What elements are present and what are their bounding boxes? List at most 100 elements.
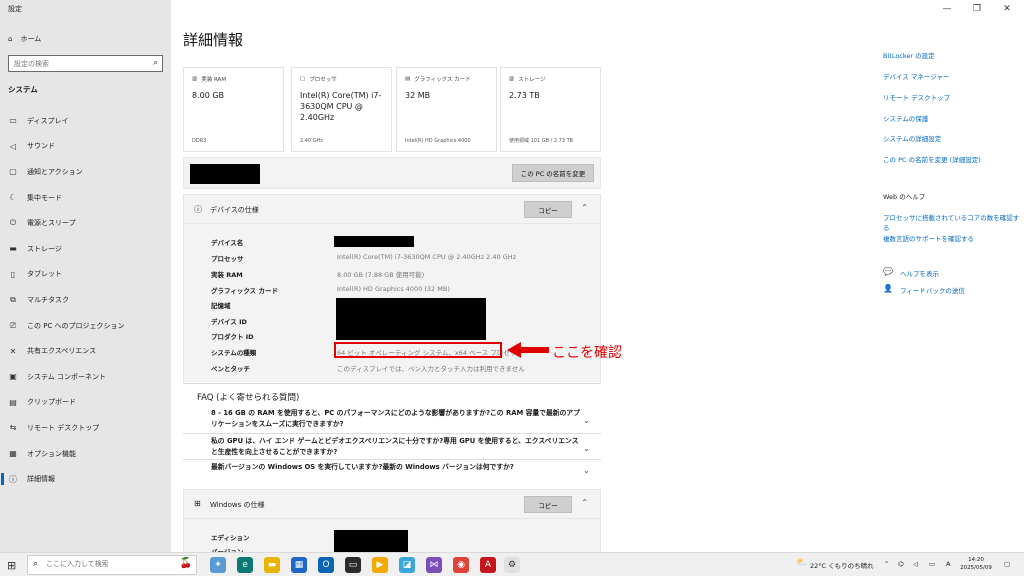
redacted-ids (336, 298, 486, 340)
chevron-up-icon[interactable]: ⌃ (581, 498, 588, 507)
nav-list: ▭ ディスプレイ ◁ サウンド ▢ 通知とアクション ☾ 集中モード ⏻ 電源とスリープ … (0, 108, 171, 492)
outlook-icon[interactable]: O (318, 557, 334, 573)
home-icon: ⌂ (8, 35, 13, 43)
windows-spec-header[interactable]: ⊞ Windows の仕様 コピー ⌃ (183, 489, 601, 519)
nav-home[interactable]: ⌂ ホーム (8, 32, 41, 46)
sidebar-item-label: ストレージ (27, 244, 62, 253)
file-explorer-icon[interactable]: ▬ (264, 557, 280, 573)
sidebar-item-power[interactable]: ⏻ 電源とスリープ (0, 210, 171, 236)
speaker-icon: ◁ (9, 141, 17, 151)
share-icon: ✕ (9, 346, 17, 356)
chevron-down-icon[interactable]: ⌄ (583, 466, 590, 475)
clipboard-icon: ▤ (9, 397, 17, 407)
clock[interactable]: 14:20 2025/05/09 (960, 556, 992, 572)
taskbar: ⊞ ⌕ 🍒 ✦ e ▬ ▦ O ▭ ▶ ◪ ⋈ ◉ A ⚙ ⛅ 22°C くもり… (0, 552, 1024, 576)
device-manager-link[interactable]: デバイス マネージャー (883, 71, 949, 81)
get-help-link[interactable]: ヘルプを表示 (900, 268, 939, 278)
network-icon[interactable]: ⌬ (898, 560, 904, 568)
battery-icon[interactable]: ▭ (929, 560, 935, 568)
sidebar-item-remote-desktop[interactable]: ⇆ リモート デスクトップ (0, 415, 171, 441)
search-highlight-icon: 🍒 (179, 558, 192, 569)
sidebar-item-notifications[interactable]: ▢ 通知とアクション (0, 159, 171, 185)
bitlocker-link[interactable]: BitLocker の設定 (883, 50, 935, 60)
sidebar-item-sound[interactable]: ◁ サウンド (0, 134, 171, 160)
info-icon: ⓘ (9, 474, 17, 484)
sidebar-item-label: マルチタスク (27, 295, 69, 304)
sidebar-item-about[interactable]: ⓘ 詳細情報 (0, 466, 171, 492)
close-button[interactable]: ✕ (996, 2, 1018, 16)
visual-studio-icon[interactable]: ⋈ (426, 557, 442, 573)
sidebar-item-storage[interactable]: ▬ ストレージ (0, 236, 171, 262)
faq-item[interactable]: 私の GPU は、ハイ エンド ゲームとビデオエクスペリエンスに十分ですか?専用… (211, 436, 581, 458)
settings-search-input[interactable] (9, 56, 139, 71)
web-help-link-languages[interactable]: 複数言語のサポートを確認する (883, 233, 974, 243)
device-spec-header[interactable]: ⓘ デバイスの仕様 コピー ⌃ (183, 194, 601, 224)
sidebar-item-display[interactable]: ▭ ディスプレイ (0, 108, 171, 134)
power-icon: ⏻ (9, 218, 17, 228)
maximize-button[interactable]: ❐ (966, 2, 988, 16)
page-title: 詳細情報 (183, 31, 244, 49)
chevron-down-icon[interactable]: ⌄ (583, 416, 590, 425)
store-icon[interactable]: ▦ (291, 557, 307, 573)
sidebar-item-label: 通知とアクション (27, 167, 83, 176)
divider (183, 383, 601, 384)
taskbar-search[interactable]: ⌕ 🍒 (27, 555, 197, 575)
sidebar-item-label: リモート デスクトップ (27, 423, 100, 432)
advanced-system-link[interactable]: システムの詳細設定 (883, 133, 941, 143)
projection-icon: ⎚ (9, 320, 17, 330)
copilot-icon[interactable]: ✦ (210, 557, 226, 573)
sidebar-item-clipboard[interactable]: ▤ クリップボード (0, 390, 171, 416)
photos-icon[interactable]: ◪ (399, 557, 415, 573)
acrobat-icon[interactable]: A (480, 557, 496, 573)
card-value: Intel(R) Core(TM) i7-3630QM CPU @ 2.40GH… (300, 91, 382, 122)
rename-advanced-link[interactable]: この PC の名前を変更 (詳細設定) (883, 154, 981, 164)
windows-icon: ⊞ (194, 499, 201, 508)
weather-text[interactable]: 22°C くもりのち晴れ (810, 560, 874, 570)
sidebar: ⌂ ホーム ⌕ システム ▭ ディスプレイ ◁ サウンド ▢ 通知とアクション ☾ 集中… (0, 0, 171, 552)
chevron-down-icon[interactable]: ⌄ (583, 444, 590, 453)
faq-item[interactable]: 最新バージョンの Windows OS を実行していますか?最新の Window… (211, 462, 581, 473)
copy-windows-spec-button[interactable]: コピー (524, 496, 572, 513)
card-value: 32 MB (405, 91, 431, 100)
chrome-icon[interactable]: ◉ (453, 557, 469, 573)
sidebar-item-tablet[interactable]: ▯ タブレット (0, 262, 171, 288)
processor-card: ▢ プロセッサ Intel(R) Core(TM) i7-3630QM CPU @… (291, 67, 392, 152)
web-help-link-cores[interactable]: プロセッサに搭載されているコアの数を確認する (883, 212, 1024, 232)
sidebar-item-projection[interactable]: ⎚ この PC へのプロジェクション (0, 313, 171, 339)
sidebar-item-system-components[interactable]: ▣ システム コンポーネント (0, 364, 171, 390)
sidebar-item-optional-features[interactable]: ▦ オプション機能 (0, 441, 171, 467)
taskbar-search-input[interactable] (46, 560, 166, 568)
minimize-button[interactable]: — (936, 2, 958, 16)
spec-label: デバイス名 (211, 239, 244, 247)
windows-start-icon[interactable]: ⊞ (7, 559, 16, 572)
search-icon[interactable]: ⌕ (153, 58, 158, 68)
faq-item[interactable]: 8 - 16 GB の RAM を使用すると、PC のパフォーマンスにどのような… (211, 408, 581, 430)
rename-pc-button[interactable]: この PC の名前を変更 (512, 164, 594, 182)
media-icon[interactable]: ▶ (372, 557, 388, 573)
sidebar-item-multitasking[interactable]: ⧉ マルチタスク (0, 287, 171, 313)
terminal-icon[interactable]: ▭ (345, 557, 361, 573)
multitask-icon: ⧉ (10, 294, 16, 304)
tray-chevron-icon[interactable]: ⌃ (884, 560, 889, 568)
rename-bar: この PC の名前を変更 (183, 157, 601, 189)
processor-icon: ▢ (300, 76, 306, 82)
settings-search-box[interactable]: ⌕ (8, 55, 163, 72)
edge-icon[interactable]: e (237, 557, 253, 573)
redacted-device-name (334, 236, 414, 247)
remote-desktop-link[interactable]: リモート デスクトップ (883, 92, 950, 102)
sidebar-item-shared-experiences[interactable]: ✕ 共有エクスペリエンス (0, 338, 171, 364)
feedback-link[interactable]: フィードバックの送信 (900, 285, 965, 295)
app-title: 設定 (8, 5, 22, 13)
sidebar-item-focus[interactable]: ☾ 集中モード (0, 185, 171, 211)
moon-icon: ☾ (9, 193, 17, 203)
settings-gear-icon[interactable]: ⚙ (504, 557, 520, 573)
speaker-icon[interactable]: ◁ (913, 560, 918, 568)
storage-icon: ▬ (9, 244, 17, 254)
system-protection-link[interactable]: システムの保護 (883, 113, 928, 123)
chevron-up-icon[interactable]: ⌃ (581, 203, 588, 212)
notification-center-icon[interactable]: ▢ (1004, 560, 1010, 568)
display-icon: ▭ (9, 116, 17, 126)
windows-spec-title: Windows の仕様 (210, 501, 265, 509)
ime-indicator[interactable]: A (946, 560, 950, 568)
copy-device-spec-button[interactable]: コピー (524, 201, 572, 218)
